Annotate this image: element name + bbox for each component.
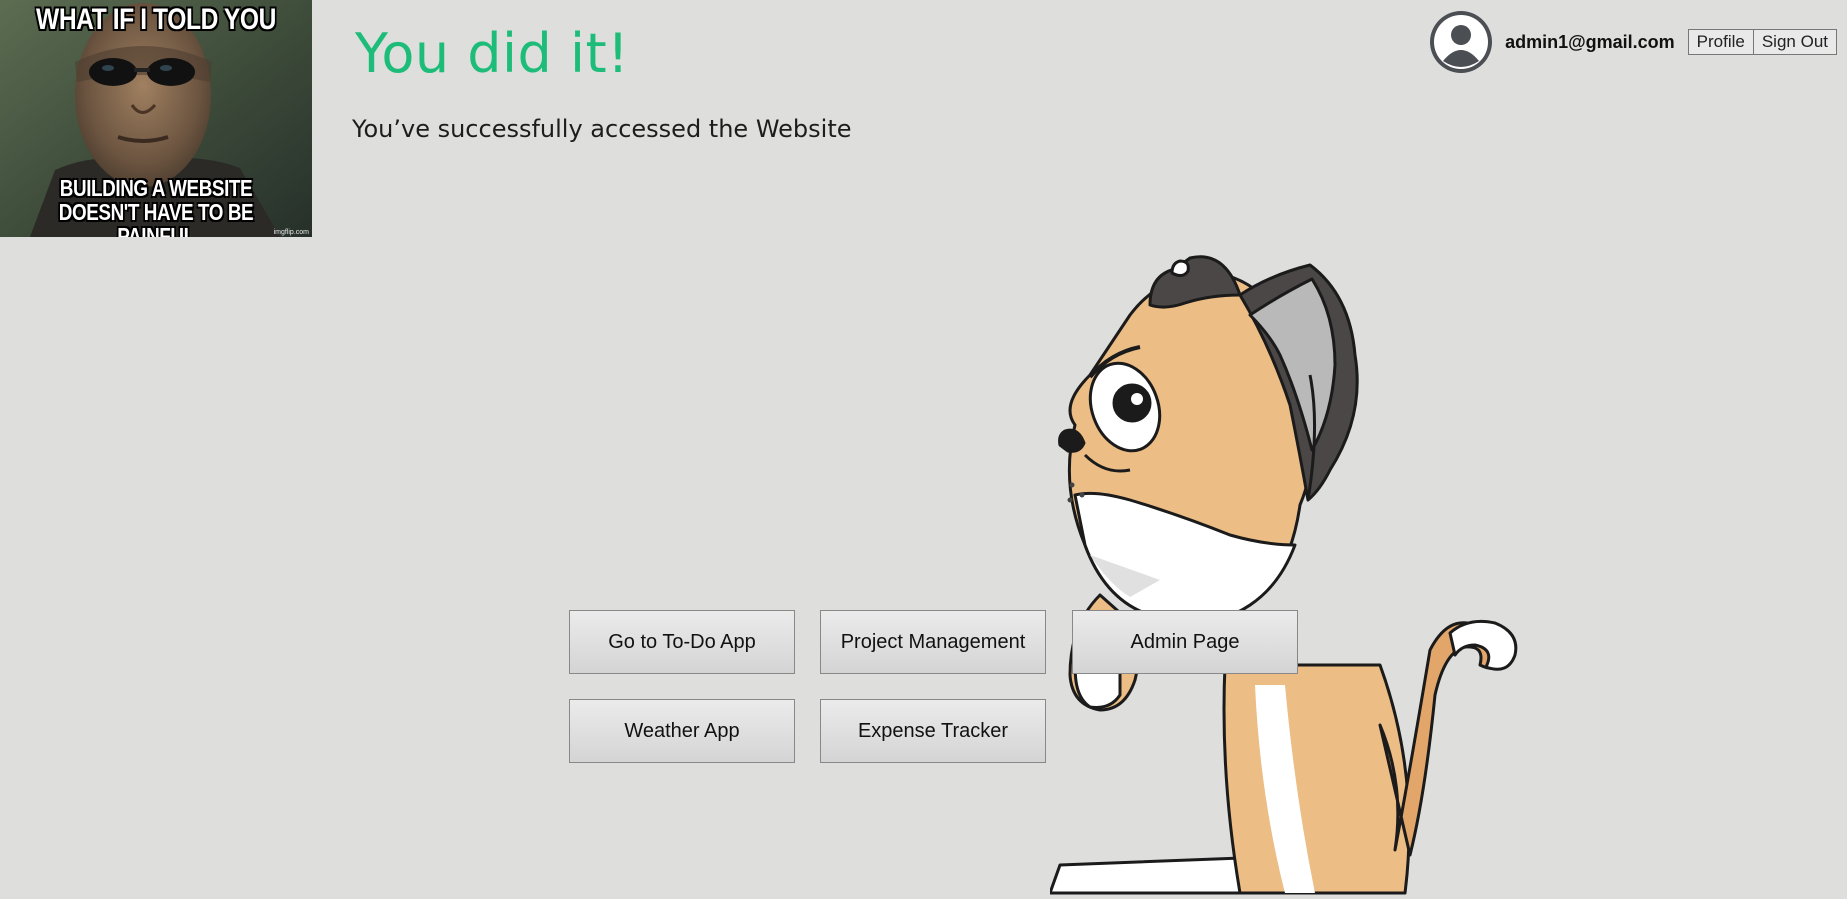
meme-image: WHAT IF I TOLD YOU BUILDING A WEBSITE DO… <box>0 0 312 237</box>
sign-out-button[interactable]: Sign Out <box>1753 29 1837 55</box>
user-avatar-icon[interactable] <box>1430 11 1493 73</box>
profile-button[interactable]: Profile <box>1687 29 1754 55</box>
user-email: admin1@gmail.com <box>1505 31 1675 52</box>
admin-page-button[interactable]: Admin Page <box>1072 610 1298 674</box>
page-title: You did it! <box>355 22 630 85</box>
meme-bottom-text: BUILDING A WEBSITE DOESN'T HAVE TO BE PA… <box>58 175 254 237</box>
weather-app-button[interactable]: Weather App <box>569 699 795 763</box>
project-management-button[interactable]: Project Management <box>820 610 1046 674</box>
todo-app-button[interactable]: Go to To-Do App <box>569 610 795 674</box>
user-area: admin1@gmail.com Profile Sign Out <box>1430 10 1837 74</box>
cartoon-cat-illustration <box>1048 255 1700 899</box>
expense-tracker-button[interactable]: Expense Tracker <box>820 699 1046 763</box>
meme-top-text: WHAT IF I TOLD YOU <box>36 3 276 36</box>
meme-credit: imgflip.com <box>273 229 309 236</box>
page-subtitle: You’ve successfully accessed the Website <box>352 115 852 143</box>
